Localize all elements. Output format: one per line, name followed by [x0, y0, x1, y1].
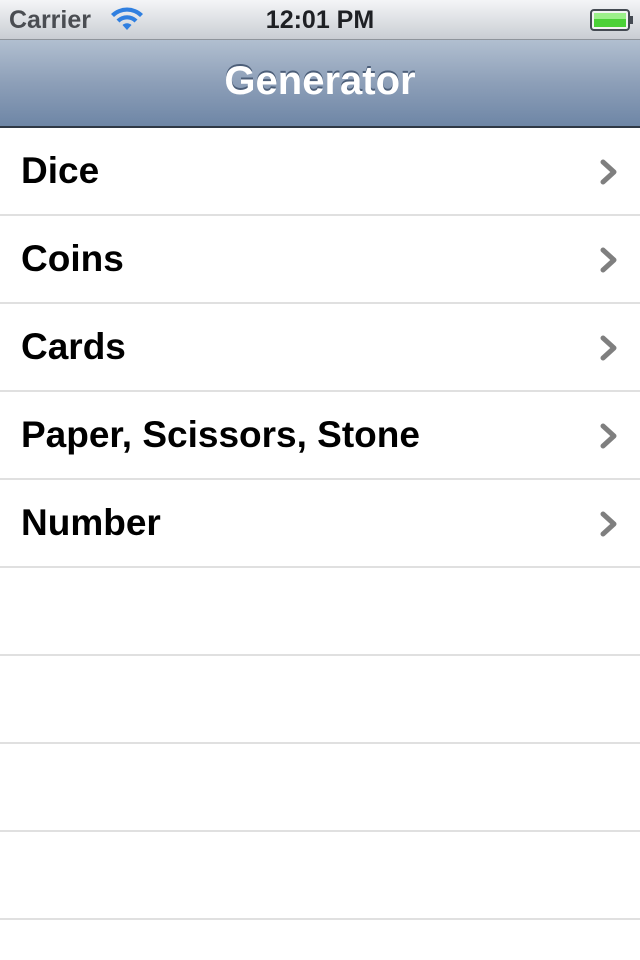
empty-row: [0, 744, 640, 832]
battery-icon: [590, 9, 633, 31]
menu-list: Dice Coins Cards Paper, Scissors, Stone …: [0, 128, 640, 960]
empty-row: [0, 656, 640, 744]
navigation-bar: Generator: [0, 40, 640, 128]
list-item-paper-scissors-stone[interactable]: Paper, Scissors, Stone: [0, 392, 640, 480]
chevron-right-icon: [600, 511, 617, 537]
list-item-number[interactable]: Number: [0, 480, 640, 568]
chevron-right-icon: [600, 159, 617, 185]
chevron-right-icon: [600, 247, 617, 273]
screen: Carrier 12:01 PM Generator Dice Coins Ca…: [0, 0, 640, 960]
chevron-right-icon: [600, 335, 617, 361]
list-item-cards[interactable]: Cards: [0, 304, 640, 392]
list-item-label: Dice: [21, 150, 100, 191]
status-bar: Carrier 12:01 PM: [0, 0, 640, 40]
list-item-coins[interactable]: Coins: [0, 216, 640, 304]
list-item-label: Cards: [21, 326, 126, 367]
empty-row: [0, 832, 640, 920]
clock-label: 12:01 PM: [265, 6, 375, 34]
empty-row: [0, 920, 640, 960]
empty-row: [0, 568, 640, 656]
list-item-dice[interactable]: Dice: [0, 128, 640, 216]
list-item-label: Number: [21, 502, 161, 543]
page-title: Generator: [224, 59, 416, 103]
list-item-label: Coins: [21, 238, 124, 279]
list-item-label: Paper, Scissors, Stone: [21, 414, 420, 455]
chevron-right-icon: [600, 423, 617, 449]
